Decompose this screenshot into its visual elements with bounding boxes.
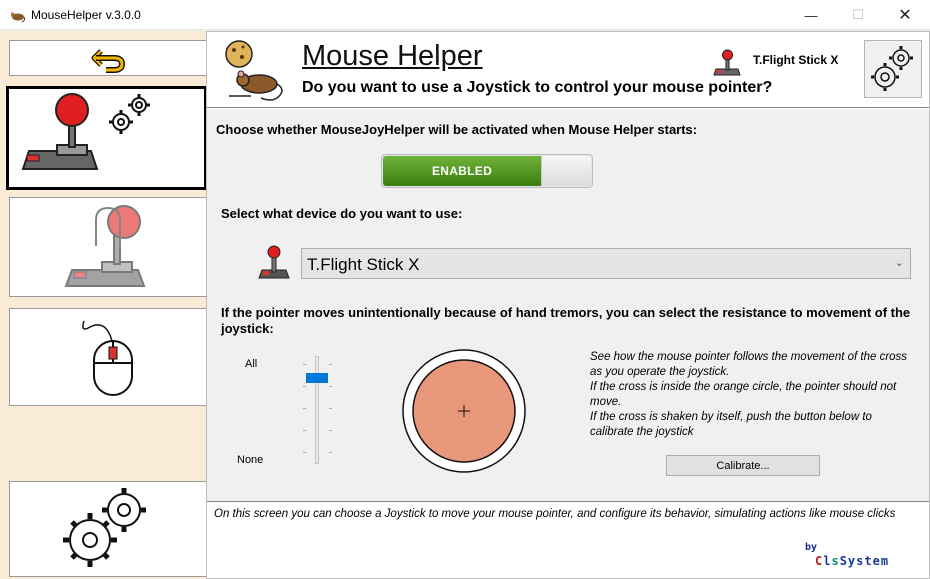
joystick-small-icon xyxy=(713,49,741,76)
device-select[interactable]: T.Flight Stick X ⌄ xyxy=(301,248,911,279)
current-device-label: T.Flight Stick X xyxy=(753,53,839,67)
window-title: MouseHelper v.3.0.0 xyxy=(31,8,141,22)
app-mouse-icon xyxy=(10,11,25,23)
joystick-settings-icon xyxy=(21,93,150,170)
slider-tick xyxy=(303,364,306,365)
device-select-value: T.Flight Stick X xyxy=(307,255,420,274)
brand-part: C xyxy=(815,554,824,568)
gears-icon xyxy=(63,488,146,567)
undo-arrow-icon xyxy=(91,49,126,73)
page-title: Mouse Helper xyxy=(302,40,483,72)
toggle-on-state: ENABLED xyxy=(383,156,541,186)
sidebar xyxy=(0,31,207,579)
explanation-text: See how the mouse pointer follows the mo… xyxy=(590,351,908,438)
close-button[interactable]: ✕ xyxy=(882,0,928,30)
mouse-icon xyxy=(82,320,133,396)
settings-button[interactable] xyxy=(864,40,922,98)
footer: On this screen you can choose a Joystick… xyxy=(207,501,929,578)
slider-thumb[interactable] xyxy=(306,373,328,383)
calibration-explanation: See how the mouse pointer follows the mo… xyxy=(590,350,915,440)
sidebar-item-settings[interactable] xyxy=(9,481,207,577)
maximize-button[interactable]: ☐ xyxy=(835,0,881,30)
slider-tick xyxy=(329,452,332,453)
sidebar-item-tremor[interactable] xyxy=(9,197,207,297)
back-button[interactable] xyxy=(9,40,207,76)
slider-bottom-label: None xyxy=(237,454,264,466)
slider-tick xyxy=(329,364,332,365)
gears-icon xyxy=(871,46,913,91)
activation-label: Choose whether MouseJoyHelper will be ac… xyxy=(216,122,698,137)
header: Mouse Helper Do you want to use a Joysti… xyxy=(207,32,929,108)
sidebar-item-joystick[interactable] xyxy=(6,86,207,190)
by-label: by xyxy=(805,542,818,553)
activation-toggle[interactable]: ENABLED xyxy=(381,154,593,188)
device-label: Select what device do you want to use: xyxy=(221,206,463,221)
footer-help-text: On this screen you can choose a Joystick… xyxy=(214,508,896,520)
joystick-tremor-icon xyxy=(64,205,146,287)
main-panel: Mouse Helper Do you want to use a Joysti… xyxy=(206,31,930,579)
title-bar: MouseHelper v.3.0.0 — ☐ ✕ xyxy=(0,0,930,30)
page-subtitle: Do you want to use a Joystick to control… xyxy=(302,79,773,96)
chevron-down-icon: ⌄ xyxy=(894,257,904,269)
sidebar-item-mouse[interactable] xyxy=(9,308,207,406)
minimize-button[interactable]: — xyxy=(788,0,834,30)
slider-tick xyxy=(329,408,332,409)
slider-tick xyxy=(303,430,306,431)
brand-logo: ClsSystem xyxy=(815,554,889,568)
brand-part: s xyxy=(831,554,840,568)
resistance-label: If the pointer moves unintentionally bec… xyxy=(221,305,911,336)
content-area: Choose whether MouseJoyHelper will be ac… xyxy=(207,109,929,501)
slider-tick xyxy=(329,430,332,431)
joystick-dead-zone-preview xyxy=(402,349,526,473)
toggle-knob[interactable] xyxy=(541,156,591,186)
slider-tick xyxy=(303,408,306,409)
resistance-slider[interactable] xyxy=(295,354,339,466)
slider-tick xyxy=(329,386,332,387)
calibrate-button[interactable]: Calibrate... xyxy=(666,455,820,476)
joystick-device-icon xyxy=(258,245,290,279)
mouse-cookie-logo-icon xyxy=(225,40,283,101)
slider-tick xyxy=(303,386,306,387)
slider-tick xyxy=(303,452,306,453)
brand-part: System xyxy=(839,554,890,568)
slider-top-label: All xyxy=(245,358,258,370)
